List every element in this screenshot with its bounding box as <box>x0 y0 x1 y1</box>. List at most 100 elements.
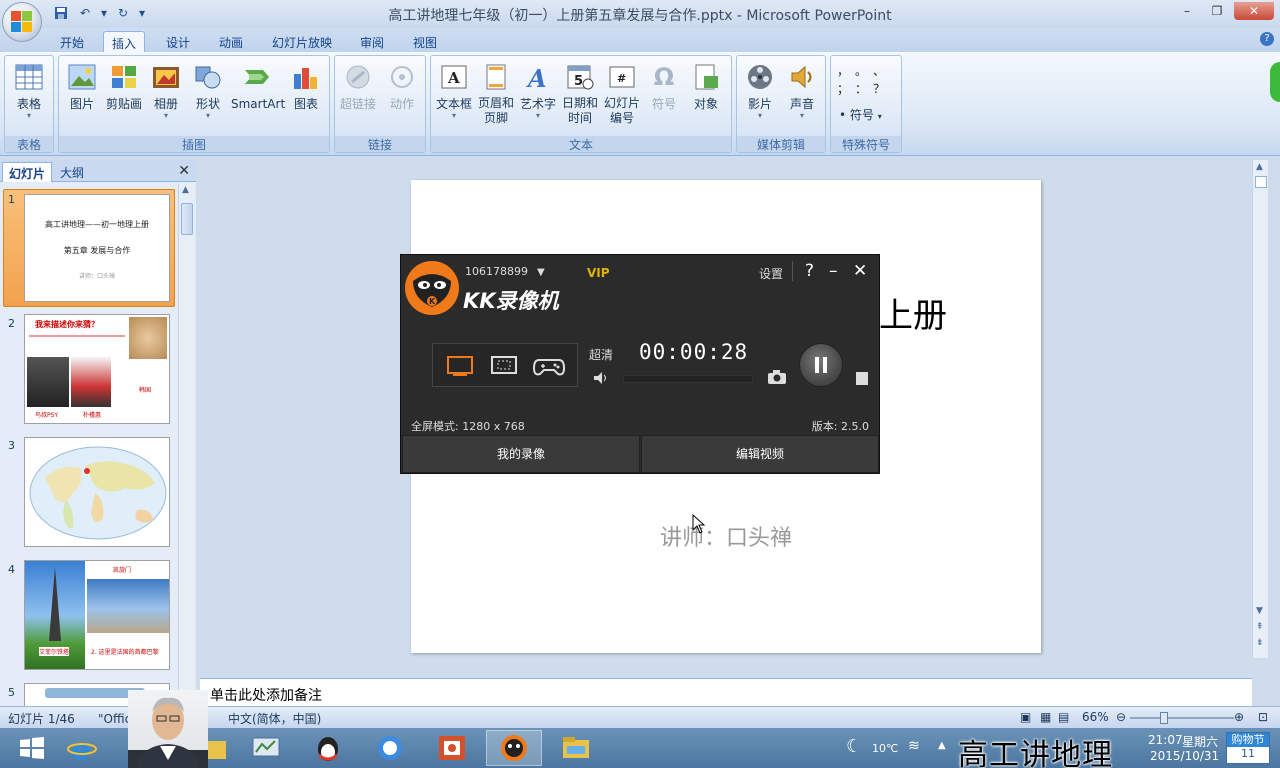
zoom-slider[interactable] <box>1130 717 1234 719</box>
symbol-period[interactable]: 。 <box>855 62 873 80</box>
fit-window-icon[interactable]: ⊡ <box>1258 710 1268 724</box>
settings-button[interactable]: 设置 <box>759 265 783 282</box>
screenshot-camera-icon[interactable] <box>767 369 787 388</box>
clock-date[interactable]: 2015/10/31 <box>1150 749 1219 763</box>
photo-album-button[interactable]: 相册 ▾ <box>145 60 187 132</box>
region-mode-icon[interactable] <box>489 354 519 378</box>
scroll-up-icon[interactable]: ▲ <box>182 185 189 195</box>
panel-scroll-thumb[interactable] <box>181 203 193 235</box>
fullscreen-mode-icon[interactable] <box>445 354 475 378</box>
symbol-semicolon[interactable]: ； <box>837 80 855 98</box>
special-symbol-button[interactable]: • 符号 ▾ <box>839 106 882 123</box>
close-icon[interactable]: ✕ <box>853 261 867 281</box>
symbol-enum-comma[interactable]: 、 <box>873 62 891 80</box>
help-icon[interactable]: ? <box>805 261 814 281</box>
slide-scrollbar[interactable]: ▲ ▼ ⇞ ⇟ <box>1252 160 1268 658</box>
account-dropdown-icon[interactable]: ▼ <box>537 267 545 278</box>
panel-scrollbar[interactable]: ▲ <box>178 183 194 708</box>
scroll-up-icon[interactable]: ▲ <box>1256 162 1263 172</box>
slide-thumbnail-4[interactable]: 凯旋门 艾菲尔铁塔 2. 这里是法国的首都巴黎 <box>24 560 170 670</box>
date-time-button[interactable]: 5 日期和 时间 <box>559 60 601 132</box>
movie-button[interactable]: 影片 ▾ <box>739 60 781 132</box>
slide-thumbnail-3[interactable] <box>24 437 170 547</box>
tab-home[interactable]: 开始 <box>52 31 92 52</box>
symbol-colon[interactable]: ： <box>855 80 873 98</box>
notes-pane[interactable]: 单击此处添加备注 <box>200 678 1252 706</box>
slide-sorter-icon[interactable]: ▦ <box>1040 710 1051 724</box>
symbol-question[interactable]: ？ <box>873 80 891 98</box>
slide-thumbnail-1[interactable]: 高工讲地理——初一地理上册 第五章 发展与合作 讲师：口头禅 <box>24 194 170 302</box>
office-button[interactable] <box>2 2 42 42</box>
next-slide-icon[interactable]: ⇟ <box>1256 638 1264 648</box>
zoom-out-icon[interactable]: ⊖ <box>1116 710 1126 724</box>
tab-slides[interactable]: 幻灯片 <box>2 162 53 182</box>
slide-number-button[interactable]: # 幻灯片 编号 <box>601 60 643 132</box>
header-footer-button[interactable]: 页眉和 页脚 <box>475 60 517 132</box>
slideshow-view-icon[interactable]: ▤ <box>1058 710 1069 724</box>
table-button[interactable]: 表格 ▾ <box>8 60 50 132</box>
object-button[interactable]: 对象 <box>685 60 727 132</box>
tab-slideshow[interactable]: 幻灯片放映 <box>264 31 340 52</box>
hyperlink-button[interactable]: 超链接 <box>337 60 379 132</box>
stop-button[interactable] <box>856 372 868 385</box>
slide-thumbnail-2[interactable]: 我来描述你来猜？ 鸟叔PSY 朴槿惠 韩国 <box>24 314 170 424</box>
weather-temp[interactable]: 10℃ <box>872 742 898 755</box>
maximize-button[interactable]: ❐ <box>1204 2 1230 20</box>
clock-weekday[interactable]: 星期六 <box>1182 733 1218 750</box>
taskbar-kk-recorder[interactable] <box>486 730 542 766</box>
tab-design[interactable]: 设计 <box>158 31 198 52</box>
slide-scroll-thumb[interactable] <box>1255 176 1267 188</box>
kk-user-id[interactable]: 106178899 <box>465 265 528 278</box>
vip-badge[interactable]: VIP <box>587 266 610 280</box>
game-mode-icon[interactable] <box>532 354 566 378</box>
help-icon[interactable]: ? <box>1260 32 1274 46</box>
symbol-comma[interactable]: ， <box>837 62 855 80</box>
shapes-button[interactable]: 形状 ▾ <box>187 60 229 132</box>
chart-button[interactable]: 图表 <box>285 60 327 132</box>
symbol-button[interactable]: Ω 符号 <box>643 60 685 132</box>
zoom-slider-handle[interactable] <box>1160 712 1168 724</box>
taskbar-monitor[interactable] <box>238 730 294 766</box>
edge-widget-icon[interactable] <box>1270 62 1280 102</box>
tab-view[interactable]: 视图 <box>405 31 445 52</box>
scroll-down-icon[interactable]: ▼ <box>1256 606 1263 616</box>
clock-time[interactable]: 21:07 <box>1148 733 1183 747</box>
wordart-button[interactable]: A 艺术字 ▾ <box>517 60 559 132</box>
photo-album-icon <box>151 62 181 92</box>
volume-icon[interactable] <box>593 371 609 388</box>
browser-icon <box>378 736 402 760</box>
textbox-button[interactable]: A 文本框 ▾ <box>433 60 475 132</box>
taskbar-explorer[interactable] <box>548 730 604 766</box>
tray-expand-icon[interactable]: ▲ <box>938 740 946 751</box>
tab-animations[interactable]: 动画 <box>211 31 251 52</box>
taskbar-powerpoint[interactable] <box>424 730 480 766</box>
close-button[interactable]: ✕ <box>1234 2 1274 20</box>
my-recordings-button[interactable]: 我的录像 <box>402 435 640 473</box>
sound-button[interactable]: 声音 ▾ <box>781 60 823 132</box>
quality-selector[interactable]: 超清 <box>589 346 613 363</box>
tab-review[interactable]: 审阅 <box>352 31 392 52</box>
start-button[interactable] <box>4 730 60 766</box>
tab-outline[interactable]: 大纲 <box>54 162 90 182</box>
minimize-button[interactable]: – <box>1174 2 1200 20</box>
taskbar-browser[interactable] <box>362 730 418 766</box>
normal-view-icon[interactable]: ▣ <box>1020 710 1031 724</box>
close-panel-icon[interactable]: ✕ <box>178 163 190 179</box>
tab-insert[interactable]: 插入 <box>103 31 146 52</box>
picture-button[interactable]: 图片 <box>61 60 103 132</box>
shopping-festival-badge[interactable]: 购物节 11 <box>1226 732 1270 764</box>
pause-button[interactable] <box>799 343 843 387</box>
smartart-button[interactable]: SmartArt <box>231 60 285 132</box>
language[interactable]: 中文(简体，中国) <box>228 710 321 727</box>
edit-video-button[interactable]: 编辑视频 <box>641 435 879 473</box>
slide-presenter[interactable]: 讲师：口头禅 <box>411 520 1041 552</box>
minimize-icon[interactable]: – <box>829 261 838 281</box>
action-button[interactable]: 动作 <box>381 60 423 132</box>
taskbar-qq[interactable] <box>300 730 356 766</box>
previous-slide-icon[interactable]: ⇞ <box>1256 622 1264 632</box>
zoom-level[interactable]: 66% <box>1082 710 1109 724</box>
taskbar-ie[interactable]: e <box>54 730 110 766</box>
wifi-icon[interactable]: ≋ <box>908 738 920 754</box>
clipart-button[interactable]: 剪贴画 <box>103 60 145 132</box>
zoom-in-icon[interactable]: ⊕ <box>1234 710 1244 724</box>
